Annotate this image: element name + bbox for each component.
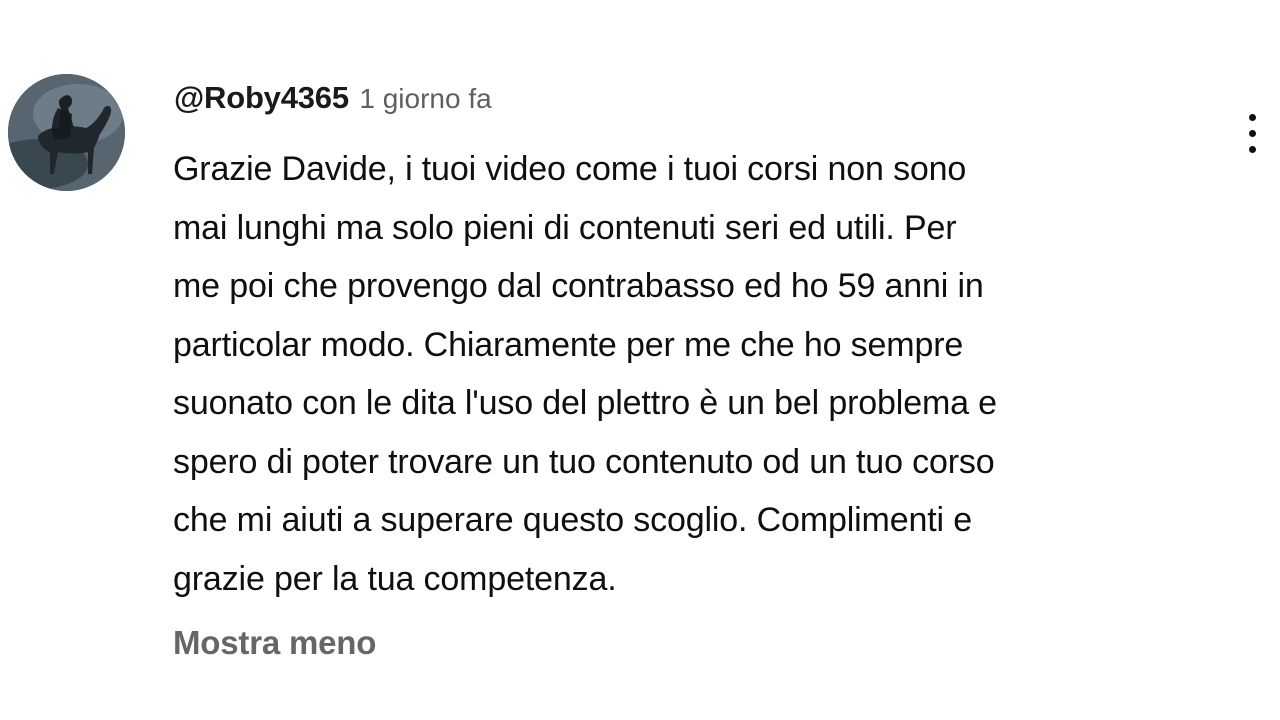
more-vertical-icon (1249, 114, 1256, 121)
comment-text-line: particolar modo. Chiaramente per me che … (173, 325, 964, 364)
comment-header: @Roby4365 1 giorno fa (174, 80, 492, 124)
show-less-button[interactable]: Mostra meno (173, 624, 376, 662)
comment-text-line: che mi aiuti a superare questo scoglio. … (173, 501, 973, 539)
comment-body: Grazie Davide, i tuoi video come i tuoi … (173, 140, 1233, 608)
comment-thread: @Roby4365 1 giorno fa Grazie Davide, i t… (0, 0, 1280, 720)
avatar-horse-rider-icon (8, 74, 125, 191)
comment-text-line: mai lunghi ma solo pieni di contenuti se… (173, 208, 957, 247)
comment-text-line: Grazie Davide, i tuoi video come i tuoi … (173, 150, 967, 188)
author-avatar[interactable] (8, 74, 125, 191)
more-vertical-icon-dot (1249, 146, 1256, 153)
comment-text-line: suonato con le dita l'uso del plettro è … (173, 384, 997, 422)
author-handle[interactable]: @Roby4365 (174, 80, 349, 115)
comment-text-line: me poi che provengo dal contrabasso ed h… (173, 267, 984, 305)
comment-timestamp[interactable]: 1 giorno fa (359, 83, 491, 114)
more-vertical-icon-dot (1249, 130, 1256, 137)
comment-text-line: spero di poter trovare un tuo contenuto … (173, 442, 995, 481)
comment-text-line: grazie per la tua competenza. (173, 559, 617, 598)
comment-action-menu-button[interactable] (1236, 108, 1270, 160)
